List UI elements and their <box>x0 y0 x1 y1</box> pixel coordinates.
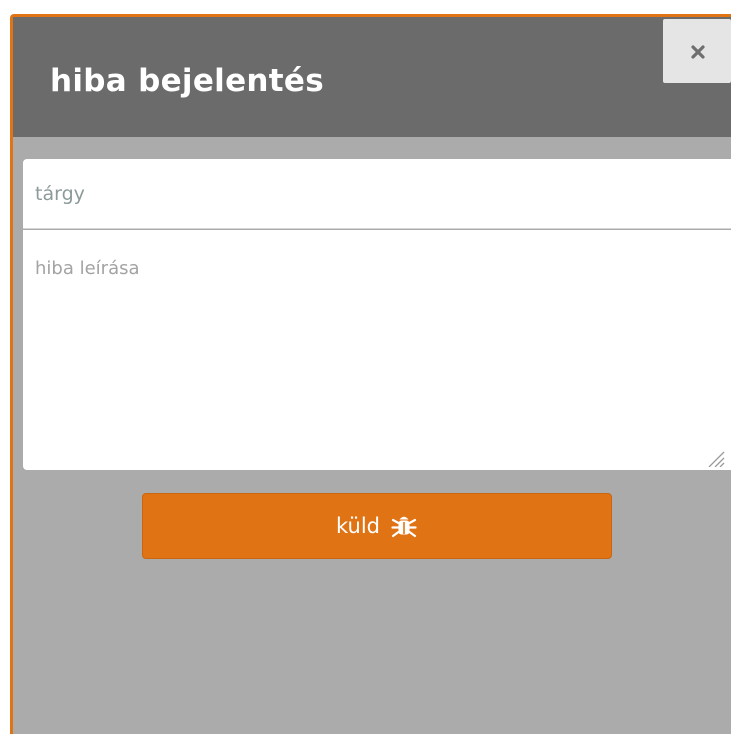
description-textarea[interactable] <box>23 230 731 470</box>
close-icon <box>691 45 705 59</box>
resize-grip-icon[interactable] <box>703 447 725 467</box>
bug-icon <box>391 516 417 538</box>
send-button-label: küld <box>336 513 380 538</box>
close-button[interactable] <box>663 19 731 83</box>
dialog-header: hiba bejelentés <box>13 17 731 137</box>
subject-input[interactable] <box>23 159 731 229</box>
dialog-title: hiba bejelentés <box>50 63 324 99</box>
bug-report-dialog: hiba bejelentés küld <box>10 14 731 734</box>
send-button[interactable]: küld <box>142 493 612 559</box>
